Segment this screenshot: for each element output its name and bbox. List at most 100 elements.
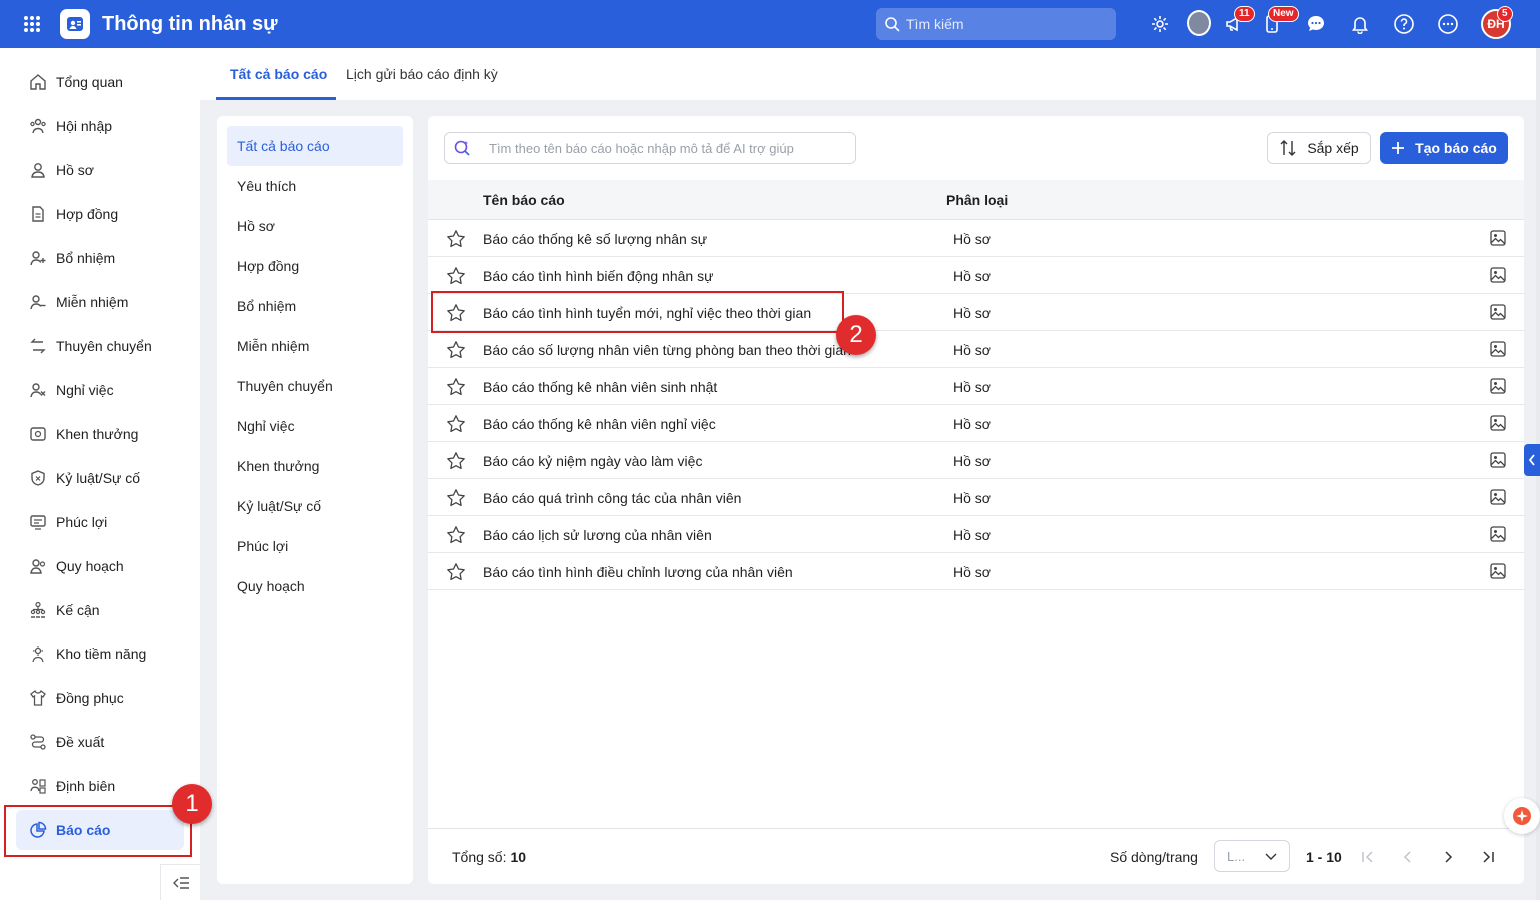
report-name[interactable]: Báo cáo thống kê nhân viên nghỉ việc [483,405,716,442]
category-item-khen-thuong[interactable]: Khen thưởng [227,446,403,486]
create-report-button[interactable]: Tạo báo cáo [1380,132,1508,164]
sidebar-item-khen-thuong[interactable]: Khen thưởng [16,414,184,454]
sidebar-item-ho-so[interactable]: Hồ sơ [16,150,184,190]
report-name[interactable]: Báo cáo tình hình điều chỉnh lương của n… [483,553,793,590]
annotation-highlight-2 [431,291,844,333]
report-preview-icon[interactable] [1490,489,1506,505]
favorite-star-icon[interactable] [446,451,466,471]
settings-gear-icon[interactable] [1148,12,1172,36]
mobile-app-icon[interactable]: New [1260,6,1299,36]
sidebar-item-bo-nhiem[interactable]: Bổ nhiệm [16,238,184,278]
favorite-star-icon[interactable] [446,562,466,582]
report-preview-icon[interactable] [1490,415,1506,431]
report-name[interactable]: Báo cáo thống kê số lượng nhân sự [483,220,707,257]
report-name[interactable]: Báo cáo thống kê nhân viên sinh nhật [483,368,717,405]
report-preview-icon[interactable] [1490,267,1506,283]
favorite-star-icon[interactable] [446,340,466,360]
sidebar-item-hop-dong[interactable]: Hợp đồng [16,194,184,234]
collapse-sidebar-button[interactable] [160,864,200,900]
favorite-star-icon[interactable] [446,266,466,286]
app-grid-icon[interactable] [18,10,46,38]
category-item-bo-nhiem[interactable]: Bổ nhiệm [227,286,403,326]
favorite-star-icon[interactable] [446,414,466,434]
report-preview-icon[interactable] [1490,563,1506,579]
megaphone-icon[interactable]: 11 [1222,6,1255,36]
tab-all-reports[interactable]: Tất cả báo cáo [230,48,327,100]
column-header-name[interactable]: Tên báo cáo [483,180,565,220]
sort-icon [1280,140,1296,156]
category-item-nghi-viec[interactable]: Nghỉ việc [227,406,403,446]
bell-icon[interactable] [1348,12,1372,36]
column-header-category[interactable]: Phân loại [946,180,1008,220]
report-preview-icon[interactable] [1490,452,1506,468]
favorite-star-icon[interactable] [446,525,466,545]
report-name[interactable]: Báo cáo lịch sử lương của nhân viên [483,516,712,553]
sidebar-item-kho-tiem-nang[interactable]: Kho tiềm năng [16,634,184,674]
sidebar-item-label: Khen thưởng [56,426,139,442]
report-category: Hồ sơ [953,267,991,284]
sidebar-item-phuc-loi[interactable]: Phúc lợi [16,502,184,542]
user-notification-badge: 5 [1497,6,1513,22]
sidebar-item-thuyen-chuyen[interactable]: Thuyên chuyển [16,326,184,366]
sidebar-item-quy-hoach[interactable]: Quy hoạch [16,546,184,586]
help-icon[interactable] [1392,12,1416,36]
expand-right-panel-handle[interactable] [1524,444,1540,476]
ai-assistant-button[interactable] [1504,798,1540,834]
user-avatar[interactable]: ĐH 5 [1481,6,1513,39]
report-preview-icon[interactable] [1490,230,1506,246]
category-item-mien-nhiem[interactable]: Miễn nhiệm [227,326,403,366]
table-row[interactable]: Báo cáo quá trình công tác của nhân viên… [428,479,1524,516]
tab-scheduled-reports[interactable]: Lịch gửi báo cáo định kỳ [346,48,498,100]
category-item-thuyen-chuyen[interactable]: Thuyên chuyển [227,366,403,406]
chat-icon[interactable] [1304,12,1328,36]
table-row[interactable]: Báo cáo số lượng nhân viên từng phòng ba… [428,331,1524,368]
sidebar-item-ky-luat[interactable]: Kỷ luật/Sự cố [16,458,184,498]
sidebar-item-tong-quan[interactable]: Tổng quan [16,62,184,102]
favorite-star-icon[interactable] [446,229,466,249]
report-preview-icon[interactable] [1490,378,1506,394]
favorite-star-icon[interactable] [446,488,466,508]
favorite-star-icon[interactable] [446,377,466,397]
sidebar-item-ke-can[interactable]: Kế cận [16,590,184,630]
report-name[interactable]: Báo cáo quá trình công tác của nhân viên [483,479,741,516]
report-preview-icon[interactable] [1490,304,1506,320]
table-row[interactable]: Báo cáo lịch sử lương của nhân viên Hồ sơ [428,516,1524,553]
next-page-icon[interactable] [1438,847,1458,867]
sidebar-item-dinh-bien[interactable]: Định biên [16,766,184,806]
sidebar-item-label: Hợp đồng [56,206,119,222]
table-row[interactable]: Báo cáo thống kê số lượng nhân sự Hồ sơ [428,220,1524,257]
sidebar-item-dong-phuc[interactable]: Đồng phục [16,678,184,718]
ai-report-search-input[interactable]: Tìm theo tên báo cáo hoặc nhập mô tả để … [444,132,856,164]
first-page-icon[interactable] [1358,847,1378,867]
table-row[interactable]: Báo cáo tình hình điều chỉnh lương của n… [428,553,1524,590]
category-item-ho-so[interactable]: Hồ sơ [227,206,403,246]
sort-button[interactable]: Sắp xếp [1267,132,1371,164]
table-row[interactable]: Báo cáo tình hình biến động nhân sự Hồ sơ [428,257,1524,294]
more-options-icon[interactable] [1436,12,1460,36]
rows-per-page-select[interactable]: L... [1214,840,1290,872]
category-item-phuc-loi[interactable]: Phúc lợi [227,526,403,566]
previous-page-icon[interactable] [1398,847,1418,867]
table-row[interactable]: Báo cáo thống kê nhân viên sinh nhật Hồ s… [428,368,1524,405]
table-row[interactable]: Báo cáo thống kê nhân viên nghỉ việc Hồ s… [428,405,1524,442]
global-search-input[interactable]: Tìm kiếm [876,8,1116,40]
report-name[interactable]: Báo cáo số lượng nhân viên từng phòng ba… [483,331,851,368]
sidebar-item-label: Đồng phục [56,690,124,706]
report-preview-icon[interactable] [1490,341,1506,357]
sidebar-item-nghi-viec[interactable]: Nghỉ việc [16,370,184,410]
table-row[interactable]: Báo cáo kỷ niệm ngày vào làm việc Hồ sơ [428,442,1524,479]
category-item-favorites[interactable]: Yêu thích [227,166,403,206]
report-name[interactable]: Báo cáo tình hình biến động nhân sự [483,257,713,294]
sidebar-item-de-xuat[interactable]: Đề xuất [16,722,184,762]
category-item-quy-hoach[interactable]: Quy hoạch [227,566,403,606]
category-item-ky-luat[interactable]: Kỷ luật/Sự cố [227,486,403,526]
category-item-all[interactable]: Tất cả báo cáo [227,126,403,166]
category-item-hop-dong[interactable]: Hợp đồng [227,246,403,286]
sidebar-item-hoi-nhap[interactable]: Hội nhập [16,106,184,146]
profile-photo-avatar[interactable] [1187,10,1211,36]
last-page-icon[interactable] [1478,847,1498,867]
report-preview-icon[interactable] [1490,526,1506,542]
new-badge: New [1268,6,1299,22]
report-name[interactable]: Báo cáo kỷ niệm ngày vào làm việc [483,442,702,479]
sidebar-item-mien-nhiem[interactable]: Miễn nhiệm [16,282,184,322]
